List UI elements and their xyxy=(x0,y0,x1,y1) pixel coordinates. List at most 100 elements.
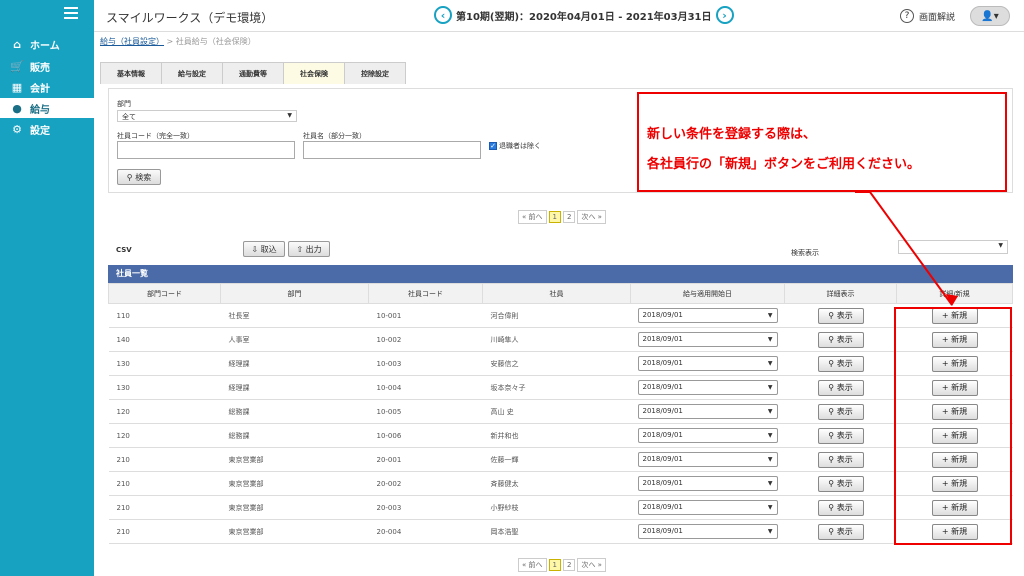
csv-export-button[interactable]: ⇧ 出力 xyxy=(288,241,330,257)
cell-dept: 経理課 xyxy=(220,351,369,376)
pager-top: « 前へ 1 2 次へ » xyxy=(518,210,608,224)
view-button[interactable]: ⚲ 表示 xyxy=(817,379,864,396)
start-date-select[interactable]: 2018/09/01 ▼ xyxy=(637,308,778,323)
cell-start-date: 2018/09/01 ▼ xyxy=(630,471,785,496)
col-start-date: 給与適用開始日 xyxy=(630,283,785,304)
view-button[interactable]: ⚲ 表示 xyxy=(817,331,864,348)
user-menu-button[interactable]: 👤▾ xyxy=(970,6,1010,26)
search-icon: ⚲ xyxy=(126,172,136,182)
cell-dept: 総務課 xyxy=(220,423,369,448)
cell-emp: 佐藤一輝 xyxy=(482,447,631,472)
view-button[interactable]: ⚲ 表示 xyxy=(817,355,864,372)
search-icon: ⚲ xyxy=(828,382,837,392)
chevron-down-icon: ▼ xyxy=(767,408,773,415)
view-button[interactable]: ⚲ 表示 xyxy=(817,403,864,420)
view-button[interactable]: ⚲ 表示 xyxy=(817,475,864,492)
cell-dept: 東京営業部 xyxy=(220,447,369,472)
cell-start-date: 2018/09/01 ▼ xyxy=(630,447,785,472)
pager-page-1[interactable]: 1 xyxy=(548,211,561,223)
cell-emp: 高山 史 xyxy=(482,399,631,424)
start-date-select[interactable]: 2018/09/01 ▼ xyxy=(637,500,778,515)
tab-salary-settings[interactable]: 給与設定 xyxy=(161,62,223,84)
table-row: 210 東京営業部 20-001 佐藤一輝 2018/09/01 ▼ ⚲ 表示 + 新規 xyxy=(108,447,1013,472)
cell-emp-code: 20-002 xyxy=(368,471,483,496)
cart-icon: 🛒 xyxy=(10,59,24,73)
view-button[interactable]: ⚲ 表示 xyxy=(817,523,864,540)
cell-emp-code: 10-001 xyxy=(368,303,483,328)
breadcrumb-current: 社員給与（社会保険） xyxy=(175,37,256,46)
search-icon: ⚲ xyxy=(828,310,837,320)
next-period-icon[interactable]: › xyxy=(715,6,734,24)
hamburger-menu-icon[interactable] xyxy=(64,7,78,19)
sidebar-item-sales[interactable]: 🛒 販売 xyxy=(0,56,94,76)
emp-code-input[interactable] xyxy=(117,141,295,159)
cell-emp: 新井和也 xyxy=(482,423,631,448)
cell-emp: 小野紗枝 xyxy=(482,495,631,520)
search-icon: ⚲ xyxy=(828,358,837,368)
prev-period-icon[interactable]: ‹ xyxy=(434,6,452,24)
cell-start-date: 2018/09/01 ▼ xyxy=(630,375,785,400)
table-row: 130 経理課 10-003 安藤信之 2018/09/01 ▼ ⚲ 表示 + 新規 xyxy=(108,351,1013,376)
tab-basic-info[interactable]: 基本情報 xyxy=(100,62,162,84)
search-icon: ⚲ xyxy=(828,502,837,512)
breadcrumb-link[interactable]: 給与（社員設定） xyxy=(100,37,164,46)
cell-detail: ⚲ 表示 xyxy=(784,351,897,376)
search-icon: ⚲ xyxy=(828,526,837,536)
cell-dept-code: 210 xyxy=(108,471,221,496)
view-button[interactable]: ⚲ 表示 xyxy=(817,499,864,516)
pager-prev[interactable]: « 前へ xyxy=(518,558,547,572)
pager-next[interactable]: 次へ » xyxy=(577,558,606,572)
start-date-select[interactable]: 2018/09/01 ▼ xyxy=(637,428,778,443)
tab-deduction[interactable]: 控除設定 xyxy=(344,62,406,84)
cell-detail: ⚲ 表示 xyxy=(784,399,897,424)
display-select[interactable]: ▼ xyxy=(898,240,1008,254)
cell-emp-code: 10-002 xyxy=(368,327,483,352)
start-date-select[interactable]: 2018/09/01 ▼ xyxy=(637,452,778,467)
pager-page-2[interactable]: 2 xyxy=(562,211,576,223)
cell-dept-code: 120 xyxy=(108,399,221,424)
start-date-select[interactable]: 2018/09/01 ▼ xyxy=(637,356,778,371)
start-date-select[interactable]: 2018/09/01 ▼ xyxy=(637,524,778,539)
start-date-select[interactable]: 2018/09/01 ▼ xyxy=(637,332,778,347)
col-emp: 社員 xyxy=(482,283,631,304)
tab-social-insurance[interactable]: 社会保険 xyxy=(283,62,345,84)
help-link[interactable]: ? 画面解説 xyxy=(900,9,955,23)
cell-dept-code: 120 xyxy=(108,423,221,448)
sidebar: ⌂ ホーム 🛒 販売 ▦ 会計 ● 給与 ⚙ 設定 xyxy=(0,0,94,576)
cell-dept: 東京営業部 xyxy=(220,495,369,520)
cell-dept: 人事室 xyxy=(220,327,369,352)
cell-emp: 岡本浩聖 xyxy=(482,519,631,544)
gear-icon: ⚙ xyxy=(12,122,22,136)
cell-detail: ⚲ 表示 xyxy=(784,495,897,520)
start-date-select[interactable]: 2018/09/01 ▼ xyxy=(637,404,778,419)
sidebar-item-home[interactable]: ⌂ ホーム xyxy=(0,34,94,54)
pager-prev[interactable]: « 前へ xyxy=(518,210,547,224)
sidebar-item-payroll[interactable]: ● 給与 xyxy=(0,98,94,118)
emp-name-input[interactable] xyxy=(303,141,481,159)
period-selector: ‹ 第10期(翌期)：2020年04月01日 - 2021年03月31日 › xyxy=(434,6,734,24)
question-icon: ? xyxy=(900,9,914,23)
cell-detail: ⚲ 表示 xyxy=(784,423,897,448)
pager-next[interactable]: 次へ » xyxy=(577,210,606,224)
dept-select[interactable]: 全て ▼ xyxy=(117,110,297,122)
view-button[interactable]: ⚲ 表示 xyxy=(817,451,864,468)
search-button[interactable]: ⚲ 検索 xyxy=(117,169,161,185)
start-date-select[interactable]: 2018/09/01 ▼ xyxy=(637,476,778,491)
pager-page-1[interactable]: 1 xyxy=(548,559,561,571)
exclude-retired-checkbox[interactable]: ✓ 退職者は除く xyxy=(489,141,541,151)
money-bag-icon: ● xyxy=(12,101,22,115)
sidebar-item-accounting[interactable]: ▦ 会計 xyxy=(0,77,94,97)
tab-commute[interactable]: 通勤費等 xyxy=(222,62,284,84)
pager-page-2[interactable]: 2 xyxy=(562,559,576,571)
table-row: 210 東京営業部 20-003 小野紗枝 2018/09/01 ▼ ⚲ 表示 + 新規 xyxy=(108,495,1013,520)
csv-import-button[interactable]: ⇩ 取込 xyxy=(243,241,285,257)
cell-detail: ⚲ 表示 xyxy=(784,447,897,472)
start-date-select[interactable]: 2018/09/01 ▼ xyxy=(637,380,778,395)
cell-start-date: 2018/09/01 ▼ xyxy=(630,327,785,352)
view-button[interactable]: ⚲ 表示 xyxy=(817,307,864,324)
home-icon: ⌂ xyxy=(13,37,21,51)
view-button[interactable]: ⚲ 表示 xyxy=(817,427,864,444)
emp-code-label: 社員コード（完全一致） xyxy=(117,132,194,140)
cell-emp-code: 20-004 xyxy=(368,519,483,544)
sidebar-item-settings[interactable]: ⚙ 設定 xyxy=(0,119,94,139)
